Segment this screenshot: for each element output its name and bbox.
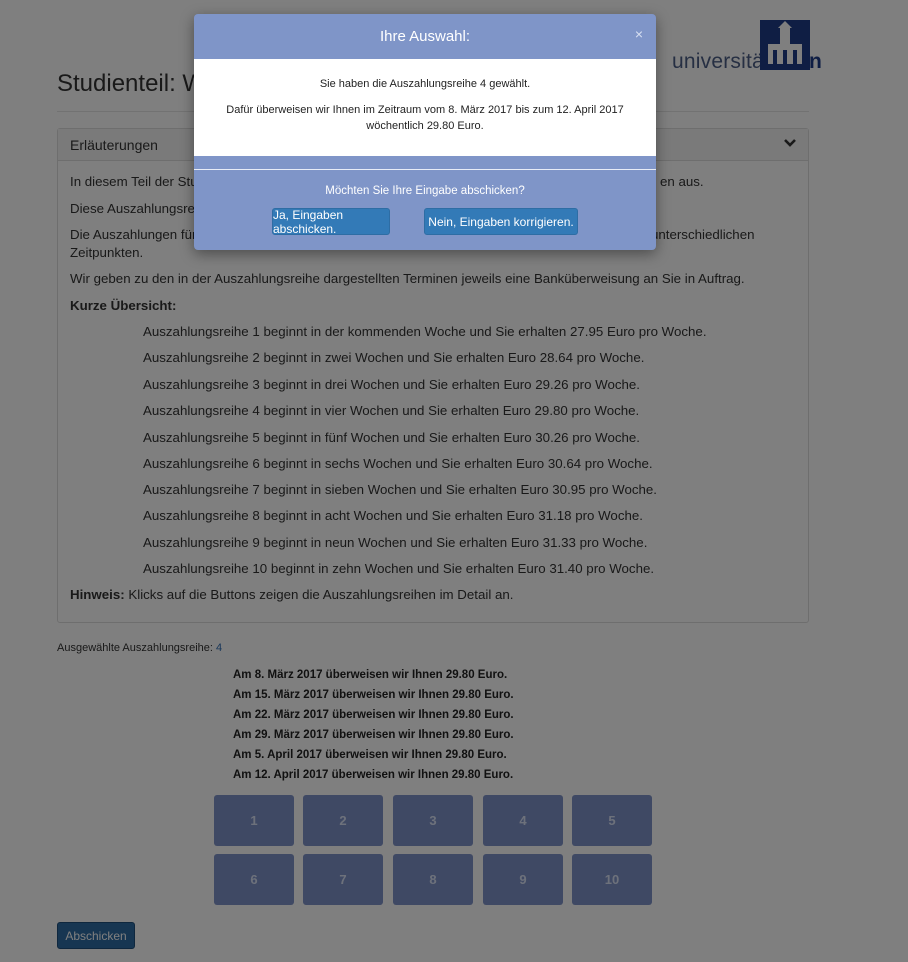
modal-question: Möchten Sie Ihre Eingabe abschicken?	[325, 185, 525, 197]
modal-divider	[194, 169, 656, 170]
modal-header: Ihre Auswahl: ×	[194, 14, 656, 59]
confirm-submit-button[interactable]: Ja, Eingaben abschicken.	[272, 208, 390, 236]
modal-period-text: Dafür überweisen wir Ihnen im Zeitraum v…	[194, 102, 656, 134]
modal-period-line: Dafür überweisen wir Ihnen im Zeitraum v…	[226, 104, 624, 116]
modal-body: Sie haben die Auszahlungsreihe 4 gewählt…	[194, 59, 656, 156]
modal-amount-line: wöchentlich 29.80 Euro.	[366, 120, 484, 132]
close-icon[interactable]: ×	[635, 26, 643, 42]
modal-title: Ihre Auswahl:	[379, 28, 471, 45]
confirmation-modal: Ihre Auswahl: × Sie haben die Auszahlung…	[194, 14, 656, 250]
modal-selection-text: Sie haben die Auszahlungsreihe 4 gewählt…	[319, 78, 531, 90]
correct-input-button[interactable]: Nein, Eingaben korrigieren.	[424, 208, 578, 235]
